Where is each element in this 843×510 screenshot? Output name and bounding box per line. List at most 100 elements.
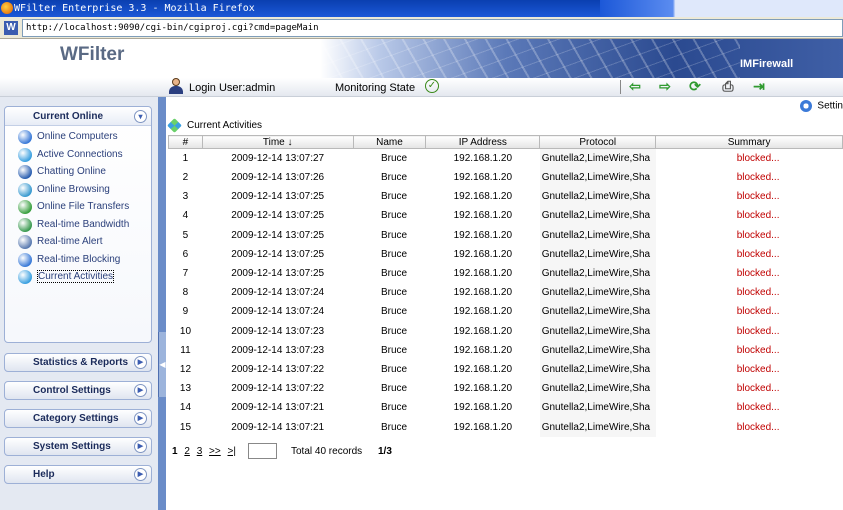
table-row[interactable]: 9 2009-12-14 13:07:24 Bruce 192.168.1.20 Gnu… bbox=[169, 302, 843, 322]
table-row[interactable]: 8 2009-12-14 13:07:24 Bruce 192.168.1.20 Gnu… bbox=[169, 283, 843, 303]
menu-control-settings[interactable]: Control Settings ▶ bbox=[4, 381, 152, 400]
row-summary[interactable]: blocked... bbox=[656, 360, 843, 379]
row-summary[interactable]: blocked... bbox=[656, 379, 843, 398]
col-time[interactable]: Time ↓ bbox=[201, 135, 354, 149]
window-caption-area bbox=[600, 0, 843, 17]
row-summary[interactable]: blocked... bbox=[656, 149, 843, 169]
page-number-input[interactable] bbox=[248, 443, 277, 459]
row-ip: 192.168.1.20 bbox=[453, 268, 513, 280]
table-row[interactable]: 15 2009-12-14 13:07:21 Bruce 192.168.1.20 Gn… bbox=[169, 417, 843, 437]
menu-category-settings[interactable]: Category Settings ▶ bbox=[4, 409, 152, 428]
expand-arrow-icon: ▶ bbox=[134, 384, 147, 397]
menu-system-settings[interactable]: System Settings ▶ bbox=[4, 437, 152, 456]
menu-statistics-reports[interactable]: Statistics & Reports ▶ bbox=[4, 353, 152, 372]
blocking-icon bbox=[18, 252, 32, 267]
chat-icon bbox=[18, 165, 32, 179]
row-summary[interactable]: blocked... bbox=[656, 168, 843, 187]
firefox-icon bbox=[1, 2, 13, 14]
print-icon[interactable]: ⎙ bbox=[719, 78, 737, 95]
row-name: Bruce bbox=[381, 344, 408, 356]
col-name[interactable]: Name bbox=[352, 135, 427, 149]
row-protocol: Gnutella2,LimeWire,Sha bbox=[539, 244, 656, 264]
table-row[interactable]: 12 2009-12-14 13:07:22 Bruce 192.168.1.20 Gn… bbox=[169, 359, 843, 380]
row-ip: 192.168.1.20 bbox=[453, 248, 513, 260]
row-ip: 192.168.1.20 bbox=[453, 210, 513, 222]
row-number: 13 bbox=[179, 383, 192, 395]
row-name: Bruce bbox=[381, 287, 408, 299]
last-page-link[interactable]: >| bbox=[228, 446, 236, 457]
col-summary[interactable]: Summary bbox=[655, 135, 843, 149]
col-ip[interactable]: IP Address bbox=[425, 135, 541, 149]
row-summary[interactable]: blocked... bbox=[656, 206, 843, 225]
bandwidth-icon bbox=[18, 217, 32, 232]
row-number: 5 bbox=[182, 229, 189, 241]
settings-link[interactable]: Settin bbox=[800, 100, 843, 112]
table-row[interactable]: 4 2009-12-14 13:07:25 Bruce 192.168.1.20 Gnu… bbox=[169, 206, 843, 226]
sidebar-item-online-computers[interactable]: Online Computers bbox=[5, 128, 151, 146]
row-summary[interactable]: blocked... bbox=[656, 417, 843, 436]
row-number: 9 bbox=[182, 306, 189, 318]
row-summary[interactable]: blocked... bbox=[656, 226, 843, 245]
page-link[interactable]: 1 bbox=[172, 446, 178, 457]
table-row[interactable]: 2 2009-12-14 13:07:26 Bruce 192.168.1.20 Gnu… bbox=[169, 168, 843, 188]
logout-icon[interactable]: ⇥ bbox=[750, 78, 768, 95]
back-icon[interactable]: ⇦ bbox=[626, 78, 644, 95]
row-ip: 192.168.1.20 bbox=[453, 402, 513, 414]
table-row[interactable]: 6 2009-12-14 13:07:25 Bruce 192.168.1.20 Gnu… bbox=[169, 244, 843, 264]
row-ip: 192.168.1.20 bbox=[453, 383, 513, 395]
row-summary[interactable]: blocked... bbox=[656, 341, 843, 360]
sidebar-item-real-time-blocking[interactable]: Real-time Blocking bbox=[5, 251, 151, 269]
row-time: 2009-12-14 13:07:21 bbox=[231, 402, 325, 414]
row-summary[interactable]: blocked... bbox=[656, 322, 843, 341]
row-protocol: Gnutella2,LimeWire,Sha bbox=[539, 168, 656, 188]
row-ip: 192.168.1.20 bbox=[453, 363, 513, 375]
col-number[interactable]: # bbox=[168, 135, 203, 149]
page-link[interactable]: 3 bbox=[197, 446, 203, 457]
table-row[interactable]: 5 2009-12-14 13:07:25 Bruce 192.168.1.20 Gnu… bbox=[169, 225, 843, 245]
row-protocol: Gnutella2,LimeWire,Sha bbox=[539, 321, 656, 341]
menu-help[interactable]: Help ▶ bbox=[4, 465, 152, 484]
url-field[interactable]: http://localhost:9090/cgi-bin/cgiproj.cg… bbox=[22, 19, 843, 37]
sidebar-item-real-time-bandwidth[interactable]: Real-time Bandwidth bbox=[5, 216, 151, 234]
table-row[interactable]: 11 2009-12-14 13:07:23 Bruce 192.168.1.20 Gn… bbox=[169, 340, 843, 360]
activities-icon bbox=[167, 118, 182, 133]
row-name: Bruce bbox=[381, 325, 408, 337]
current-online-header[interactable]: Current Online ▾ bbox=[5, 107, 151, 126]
sidebar-item-current-activities[interactable]: Current Activities bbox=[5, 268, 151, 286]
table-row[interactable]: 10 2009-12-14 13:07:23 Bruce 192.168.1.20 Gn… bbox=[169, 321, 843, 341]
sidebar-item-online-file-transfers[interactable]: Online File Transfers bbox=[5, 198, 151, 216]
sidebar-item-chatting-online[interactable]: Chatting Online bbox=[5, 163, 151, 181]
row-number: 7 bbox=[182, 268, 189, 280]
computers-icon bbox=[18, 130, 32, 144]
table-header-row: # Time ↓ Name IP Address Protocol Summar… bbox=[168, 135, 843, 149]
row-time: 2009-12-14 13:07:21 bbox=[231, 421, 325, 433]
table-row[interactable]: 1 2009-12-14 13:07:27 Bruce 192.168.1.20 Gnu… bbox=[169, 148, 843, 169]
page-link[interactable]: 2 bbox=[184, 446, 190, 457]
row-summary[interactable]: blocked... bbox=[656, 302, 843, 321]
row-protocol: Gnutella2,LimeWire,Sha bbox=[539, 359, 656, 380]
row-summary[interactable]: blocked... bbox=[656, 398, 843, 417]
row-summary[interactable]: blocked... bbox=[656, 187, 843, 206]
forward-icon[interactable]: ⇨ bbox=[656, 78, 674, 95]
row-name: Bruce bbox=[381, 306, 408, 318]
col-protocol[interactable]: Protocol bbox=[539, 135, 657, 149]
table-row[interactable]: 7 2009-12-14 13:07:25 Bruce 192.168.1.20 Gnu… bbox=[169, 263, 843, 284]
table-row[interactable]: 3 2009-12-14 13:07:25 Bruce 192.168.1.20 Gnu… bbox=[169, 187, 843, 207]
pagination: 1 2 3 >> >| Total 40 records 1/3 bbox=[172, 443, 392, 460]
table-row[interactable]: 14 2009-12-14 13:07:21 Bruce 192.168.1.20 Gn… bbox=[169, 398, 843, 418]
row-protocol: Gnutella2,LimeWire,Sha bbox=[539, 206, 656, 226]
collapse-icon[interactable]: ▾ bbox=[134, 110, 147, 123]
row-summary[interactable]: blocked... bbox=[656, 264, 843, 283]
monitoring-check-icon[interactable]: ✓ bbox=[425, 79, 439, 93]
sidebar-item-real-time-alert[interactable]: Real-time Alert bbox=[5, 233, 151, 251]
refresh-icon[interactable]: ⟳ bbox=[686, 78, 704, 95]
table-row[interactable]: 13 2009-12-14 13:07:22 Bruce 192.168.1.20 Gn… bbox=[169, 379, 843, 399]
row-summary[interactable]: blocked... bbox=[656, 283, 843, 302]
row-time: 2009-12-14 13:07:25 bbox=[231, 229, 325, 241]
sidebar-item-active-connections[interactable]: Active Connections bbox=[5, 146, 151, 164]
row-summary[interactable]: blocked... bbox=[656, 245, 843, 264]
sidebar-collapse-handle[interactable]: ◀ bbox=[158, 332, 166, 397]
sidebar-item-online-browsing[interactable]: Online Browsing bbox=[5, 181, 151, 199]
next-page-link[interactable]: >> bbox=[209, 446, 221, 457]
current-online-panel: Current Online ▾ Online Computers Active … bbox=[4, 106, 152, 343]
